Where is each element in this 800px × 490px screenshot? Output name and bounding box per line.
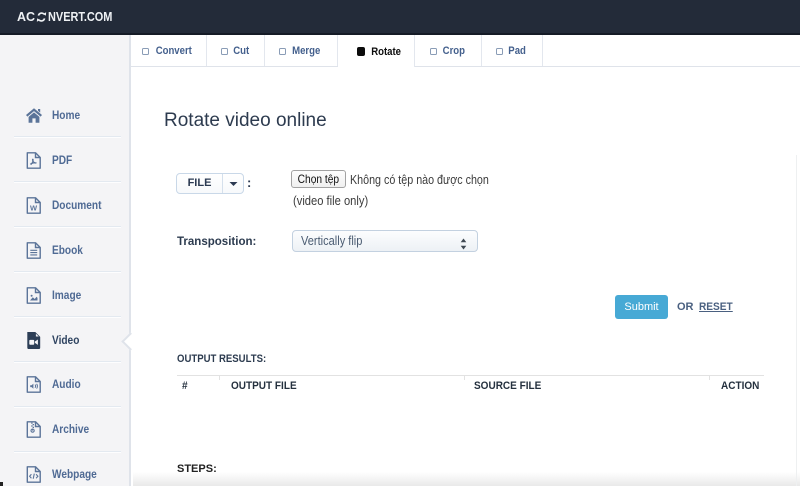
svg-text:W: W <box>30 204 38 213</box>
